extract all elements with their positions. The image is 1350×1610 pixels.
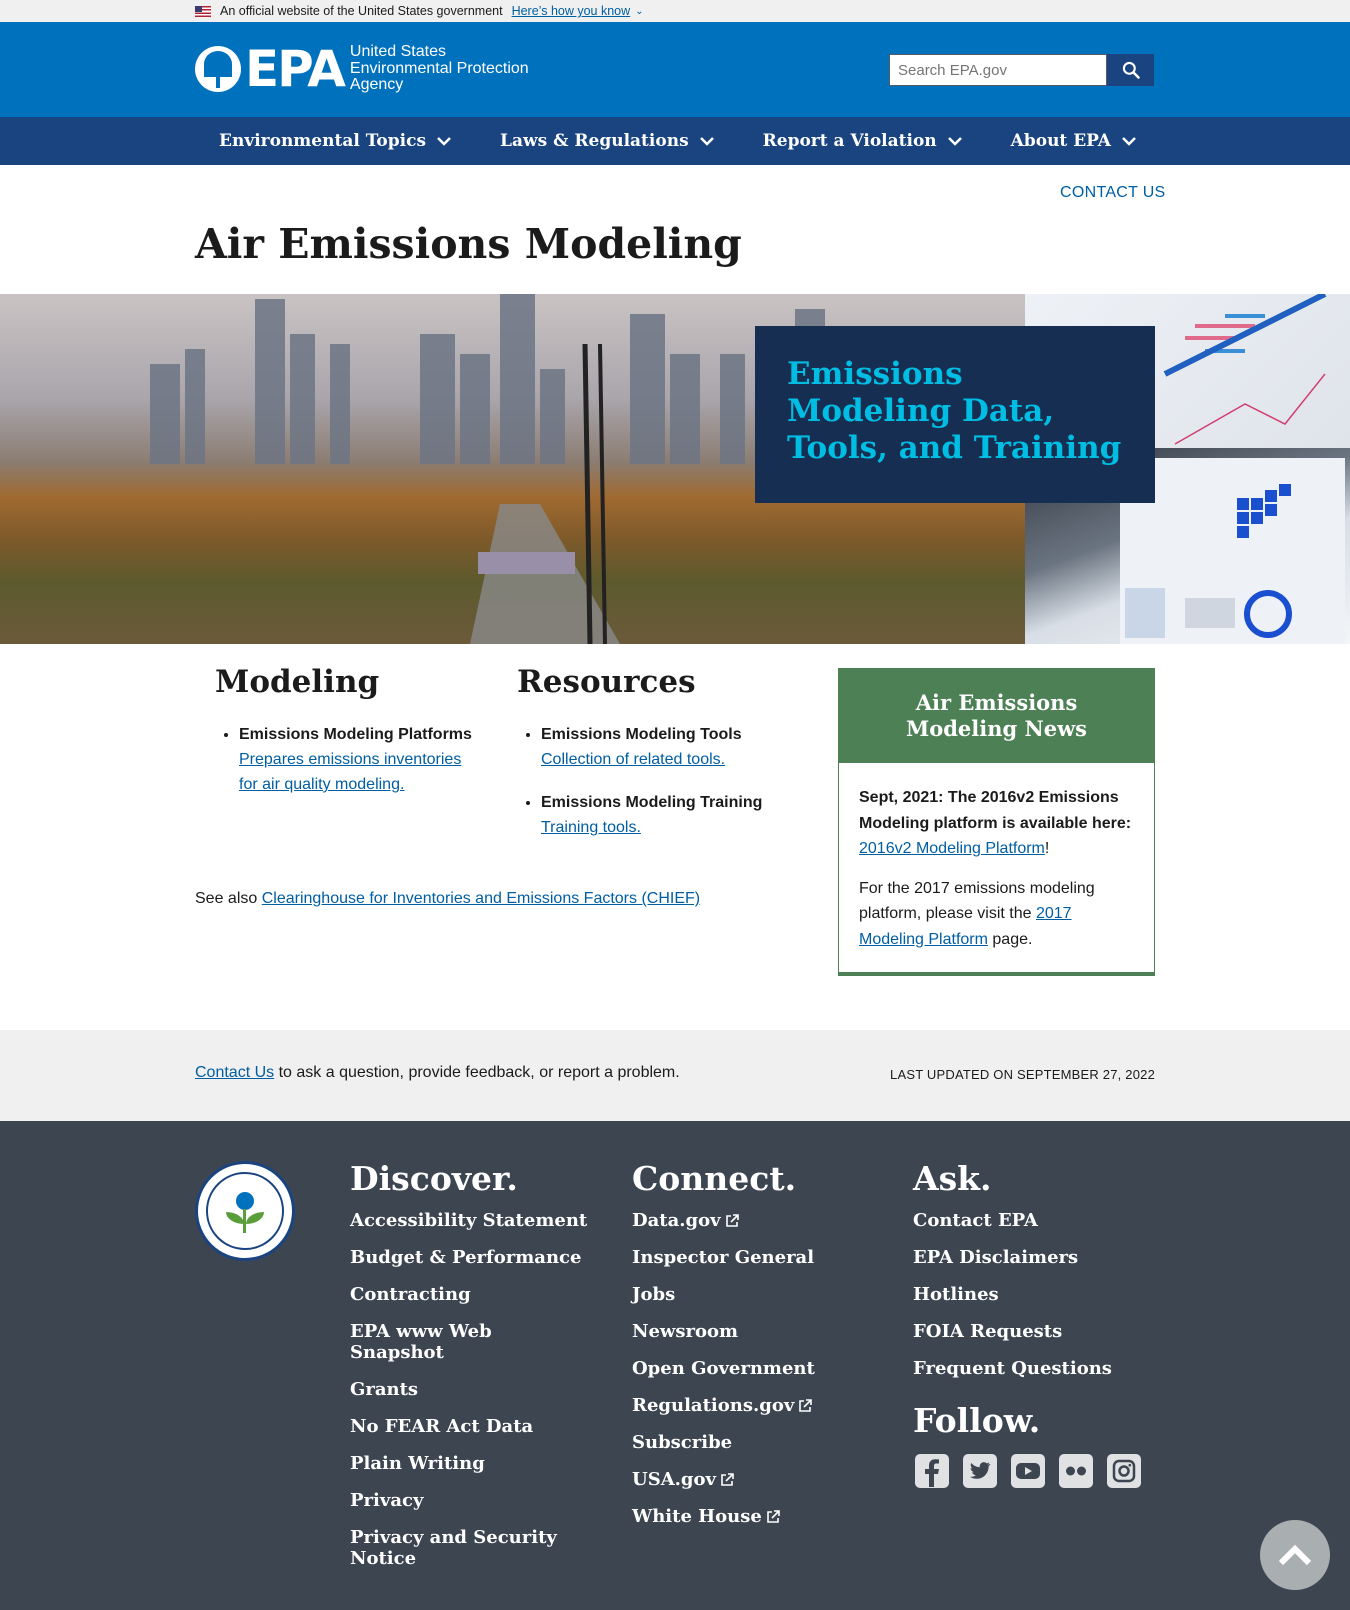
footer-link[interactable]: Frequent Questions xyxy=(913,1358,1163,1379)
footer-link[interactable]: EPA www Web Snapshot xyxy=(350,1321,590,1363)
footer-discover: Discover. Accessibility Statement Budget… xyxy=(350,1159,590,1585)
footer-link[interactable]: Contact EPA xyxy=(913,1210,1163,1231)
youtube-icon[interactable] xyxy=(1009,1452,1047,1490)
chevron-down-icon xyxy=(437,137,451,146)
instagram-icon[interactable] xyxy=(1105,1452,1143,1490)
2016v2-platform-link[interactable]: 2016v2 Modeling Platform xyxy=(859,840,1045,857)
nav-report-violation[interactable]: Report a Violation xyxy=(739,117,987,165)
main-nav: Environmental Topics Laws & Regulations … xyxy=(0,117,1350,165)
footer-link[interactable]: Privacy xyxy=(350,1490,590,1511)
resources-heading: Resources xyxy=(517,664,696,700)
social-icons xyxy=(913,1452,1163,1490)
footer-link[interactable]: Inspector General xyxy=(632,1247,882,1268)
list-item: Emissions Modeling Tools Collection of r… xyxy=(541,722,787,772)
item-title: Emissions Modeling Platforms xyxy=(239,726,472,743)
official-text: An official website of the United States… xyxy=(220,4,503,18)
list-item: Emissions Modeling Training Training too… xyxy=(541,790,787,840)
footer-link[interactable]: Hotlines xyxy=(913,1284,1163,1305)
resources-section: Resources Emissions Modeling Tools Colle… xyxy=(517,664,787,856)
contact-us-link[interactable]: CONTACT US xyxy=(1060,184,1166,202)
footer-contact-link[interactable]: Contact Us xyxy=(195,1064,274,1081)
site-footer: Discover. Accessibility Statement Budget… xyxy=(0,1121,1350,1610)
logo-subtitle: United States Environmental Protection A… xyxy=(349,43,529,94)
chief-link[interactable]: Clearinghouse for Inventories and Emissi… xyxy=(262,890,700,907)
footer-link[interactable]: Budget & Performance xyxy=(350,1247,590,1268)
page-title: Air Emissions Modeling xyxy=(195,220,742,268)
footer-link[interactable]: Contracting xyxy=(350,1284,590,1305)
footer-link[interactable]: White House xyxy=(632,1506,882,1527)
modeling-heading: Modeling xyxy=(215,664,380,700)
logo-letters: EPA xyxy=(245,40,346,98)
footer-link[interactable]: Data.gov xyxy=(632,1210,882,1231)
hero-heading: Emissions Modeling Data, Tools, and Trai… xyxy=(787,356,1122,466)
news-heading: Air Emissions Modeling News xyxy=(906,690,1087,741)
us-flag-icon xyxy=(195,5,211,17)
footer-link[interactable]: Regulations.gov xyxy=(632,1395,882,1416)
footer-link[interactable]: USA.gov xyxy=(632,1469,882,1490)
official-banner: An official website of the United States… xyxy=(0,0,1350,22)
footer-link[interactable]: Accessibility Statement xyxy=(350,1210,590,1231)
nav-about-epa[interactable]: About EPA xyxy=(987,117,1161,165)
last-updated: LAST UPDATED ON SEPTEMBER 27, 2022 xyxy=(890,1067,1155,1082)
external-link-icon xyxy=(799,1399,813,1412)
item-title: Emissions Modeling Training xyxy=(541,794,763,811)
chevron-down-icon xyxy=(699,137,714,146)
footer-link[interactable]: No FEAR Act Data xyxy=(350,1416,590,1437)
modeling-section: Modeling Emissions Modeling Platforms Pr… xyxy=(215,664,475,813)
back-to-top-button[interactable] xyxy=(1260,1520,1330,1590)
footer-link[interactable]: Subscribe xyxy=(632,1432,882,1453)
list-item: Emissions Modeling Platforms Prepares em… xyxy=(239,722,475,797)
chevron-down-icon xyxy=(1122,137,1136,146)
follow-heading: Follow. xyxy=(913,1401,1041,1440)
news-body: Sept, 2021: The 2016v2 Emissions Modelin… xyxy=(859,789,1132,948)
news-header: Air Emissions Modeling News xyxy=(839,669,1154,763)
how-you-know-link[interactable]: Here’s how you know xyxy=(512,4,631,18)
external-link-icon xyxy=(725,1214,739,1227)
ask-heading: Ask. xyxy=(913,1159,992,1198)
page-footer-bar: Contact Us to ask a question, provide fe… xyxy=(0,1030,1350,1121)
site-header: EPA United States Environmental Protecti… xyxy=(0,22,1350,117)
contact-message: Contact Us to ask a question, provide fe… xyxy=(195,1064,680,1081)
footer-link[interactable]: Grants xyxy=(350,1379,590,1400)
footer-connect: Connect. Data.gov Inspector General Jobs… xyxy=(632,1159,882,1543)
see-also: See also Clearinghouse for Inventories a… xyxy=(195,890,701,907)
search-button[interactable] xyxy=(1107,54,1154,86)
external-link-icon xyxy=(767,1510,780,1523)
epa-seal-icon xyxy=(195,1161,295,1261)
chevron-up-icon xyxy=(1278,1544,1312,1566)
discover-heading: Discover. xyxy=(350,1159,518,1198)
search-form xyxy=(889,54,1154,86)
footer-ask: Ask. Contact EPA EPA Disclaimers Hotline… xyxy=(913,1159,1163,1490)
epa-logo[interactable]: EPA United States Environmental Protecti… xyxy=(195,44,529,94)
chevron-down-icon xyxy=(947,137,962,146)
footer-link[interactable]: Newsroom xyxy=(632,1321,882,1342)
footer-link[interactable]: Open Government xyxy=(632,1358,882,1379)
item-title: Emissions Modeling Tools xyxy=(541,726,742,743)
footer-link[interactable]: FOIA Requests xyxy=(913,1321,1163,1342)
nav-environmental-topics[interactable]: Environmental Topics xyxy=(195,117,476,165)
twitter-icon[interactable] xyxy=(961,1452,999,1490)
facebook-icon[interactable] xyxy=(913,1452,951,1490)
footer-link[interactable]: EPA Disclaimers xyxy=(913,1247,1163,1268)
chevron-down-icon: ⌄ xyxy=(635,5,644,17)
flickr-icon[interactable] xyxy=(1057,1452,1095,1490)
training-link[interactable]: Training tools. xyxy=(541,819,641,836)
hero-callout: Emissions Modeling Data, Tools, and Trai… xyxy=(755,326,1155,503)
news-box: Air Emissions Modeling News Sept, 2021: … xyxy=(838,668,1155,976)
connect-heading: Connect. xyxy=(632,1159,797,1198)
hero-banner: Emissions Modeling Data, Tools, and Trai… xyxy=(0,294,1350,644)
epa-flower-icon xyxy=(195,46,241,92)
platforms-link[interactable]: Prepares emissions inventories for air q… xyxy=(239,751,461,793)
footer-link[interactable]: Privacy and Security Notice xyxy=(350,1527,590,1569)
search-icon xyxy=(1122,61,1140,79)
footer-link[interactable]: Jobs xyxy=(632,1284,882,1305)
search-input[interactable] xyxy=(889,54,1107,86)
footer-link[interactable]: Plain Writing xyxy=(350,1453,590,1474)
tools-link[interactable]: Collection of related tools. xyxy=(541,751,725,768)
external-link-icon xyxy=(721,1473,734,1486)
nav-laws-regulations[interactable]: Laws & Regulations xyxy=(476,117,739,165)
news-announcement: Sept, 2021: The 2016v2 Emissions Modelin… xyxy=(859,789,1132,832)
